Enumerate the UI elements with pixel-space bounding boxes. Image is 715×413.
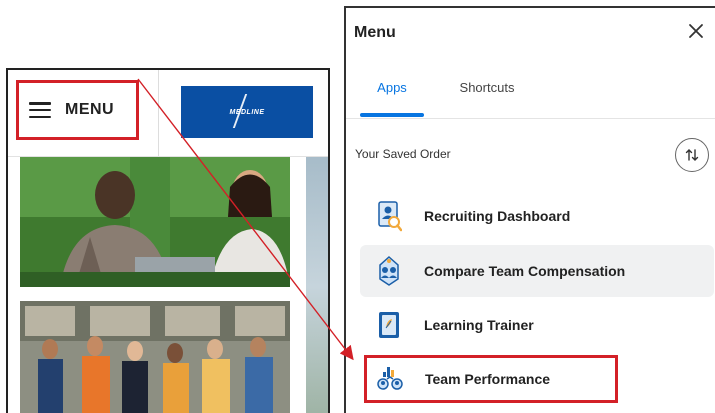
menu-label: MENU: [65, 101, 115, 118]
active-tab-indicator: [360, 113, 424, 117]
app-compare-team-compensation[interactable]: Compare Team Compensation: [360, 245, 714, 297]
menu-button[interactable]: MENU: [16, 80, 139, 140]
header-divider: [158, 70, 159, 156]
brand-logo-text: MEDLINE: [229, 108, 265, 116]
app-recruiting-dashboard[interactable]: Recruiting Dashboard: [360, 190, 714, 242]
home-header: MENU MEDLINE: [8, 70, 328, 157]
compensation-icon: [374, 254, 404, 288]
brand-logo: MEDLINE: [181, 86, 313, 138]
app-team-performance[interactable]: Team Performance: [364, 355, 618, 403]
reorder-arrows-icon: [685, 149, 699, 161]
recruiting-dashboard-icon: [374, 199, 404, 233]
app-label: Compare Team Compensation: [424, 263, 626, 279]
close-icon[interactable]: [685, 20, 707, 42]
menu-title: Menu: [354, 24, 396, 41]
team-meeting-photo: [20, 157, 290, 287]
app-learning-trainer[interactable]: Learning Trainer: [360, 299, 714, 351]
learning-icon: [374, 308, 404, 342]
team-performance-icon: [375, 362, 405, 396]
warehouse-team-photo: [20, 301, 290, 413]
home-content: [8, 157, 328, 413]
reorder-button[interactable]: [675, 138, 709, 172]
app-label: Learning Trainer: [424, 317, 534, 333]
menu-panel: Menu Apps Shortcuts Your Saved Order Rec…: [344, 6, 715, 413]
home-screen: MENU MEDLINE: [6, 68, 330, 413]
saved-order-label: Your Saved Order: [355, 147, 451, 161]
tab-shortcuts[interactable]: Shortcuts: [444, 80, 530, 118]
app-label: Recruiting Dashboard: [424, 208, 571, 224]
menu-tabs: Apps Shortcuts: [346, 72, 715, 119]
app-label: Team Performance: [425, 371, 551, 387]
background-strip: [306, 157, 328, 413]
hamburger-icon: [29, 102, 51, 118]
